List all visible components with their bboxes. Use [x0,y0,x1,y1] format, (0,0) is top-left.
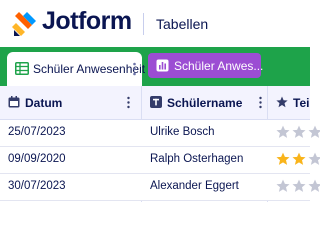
tab-bar: Schüler Anwesenheit Schüler Anwes... [0,47,310,86]
column-header-datum[interactable]: Datum [0,86,141,119]
column-menu-icon[interactable] [127,96,130,109]
tab-label: Schüler Anwes... [174,59,264,73]
brand-name[interactable]: Jotform [42,7,132,36]
column-header-label: Schülername [167,96,243,110]
name-cell[interactable]: Alexander Eggert [150,180,239,192]
star-empty-icon[interactable] [308,125,320,139]
tab-schueler-anwesenheit[interactable]: Schüler Anwesenheit [7,52,146,86]
name-cell[interactable]: Ulrike Bosch [150,126,215,138]
tab-label: Schüler Anwesenheit [33,62,146,76]
jotform-logo-icon[interactable] [12,10,38,36]
star-empty-icon[interactable] [276,179,290,193]
tab-schueler-report[interactable]: Schüler Anwes... [148,53,264,78]
data-table: Datum Schülername Teil [0,86,320,202]
report-chart-icon [156,59,169,72]
column-header-label: Datum [25,96,63,110]
table-row[interactable]: 09/09/2020 Ralph Osterhagen [0,147,320,174]
star-empty-icon[interactable] [308,179,320,193]
star-filled-icon[interactable] [292,152,306,166]
star-empty-icon[interactable] [276,125,290,139]
app-header: Jotform Tabellen [0,0,310,47]
column-menu-icon[interactable] [259,96,262,109]
date-cell[interactable]: 09/09/2020 [8,153,66,165]
star-filled-icon[interactable] [276,152,290,166]
star-empty-icon[interactable] [292,125,306,139]
table-row[interactable]: 30/07/2023 Alexander Eggert [0,174,320,201]
star-empty-icon[interactable] [292,179,306,193]
star-empty-icon[interactable] [308,152,320,166]
date-cell[interactable]: 30/07/2023 [8,180,66,192]
column-header-teilnahme[interactable]: Teiln [268,86,310,119]
header-divider [143,13,144,35]
date-cell[interactable]: 25/07/2023 [8,126,66,138]
table-grid-icon [15,62,29,75]
column-header-schuelername[interactable]: Schülername [142,86,267,119]
calendar-icon [8,96,20,108]
star-icon [276,96,288,108]
column-header-label: Teiln [293,96,310,110]
name-cell[interactable]: Ralph Osterhagen [150,153,243,165]
table-row[interactable]: 25/07/2023 Ulrike Bosch [0,120,320,147]
kebab-menu-icon[interactable] [133,62,136,76]
section-title: Tabellen [156,16,209,32]
text-type-icon [150,96,162,108]
table-header-row: Datum Schülername Teil [0,86,310,120]
